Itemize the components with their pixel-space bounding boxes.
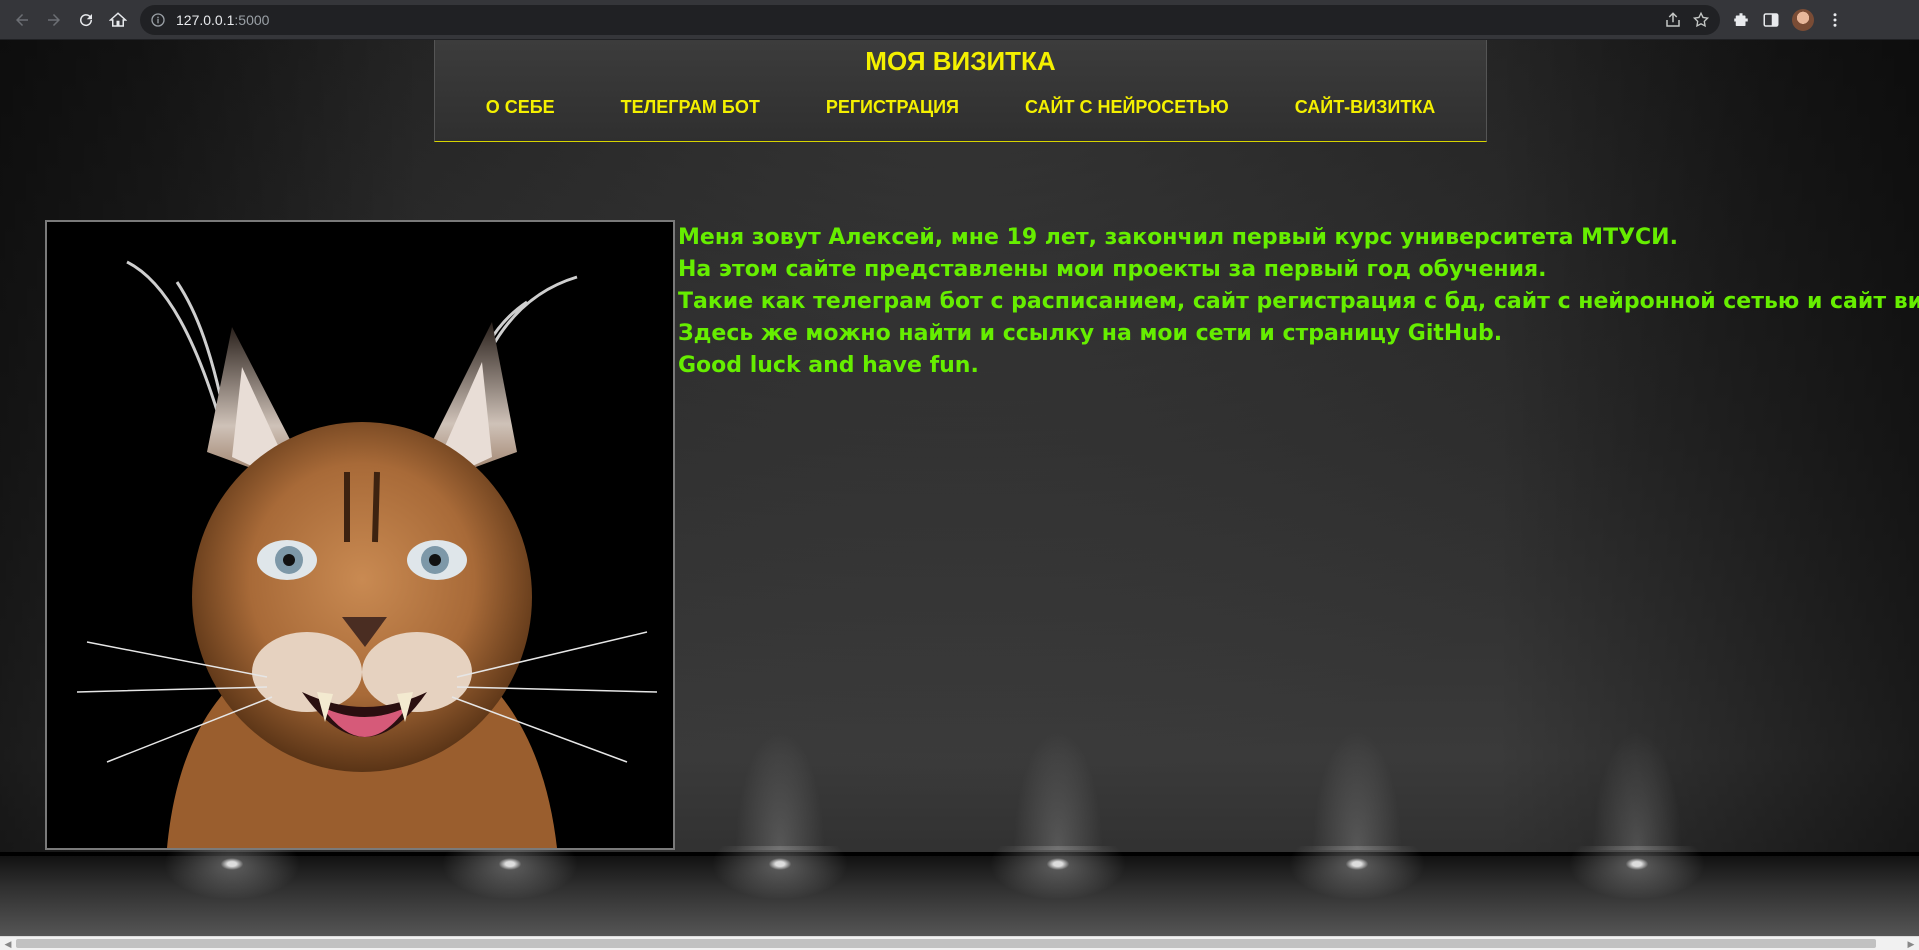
arrow-left-icon xyxy=(16,13,28,26)
address-bar[interactable]: 127.0.0.1:5000 xyxy=(140,4,1720,35)
back-button[interactable] xyxy=(6,4,38,36)
nav-link-telegram-bot[interactable]: ТЕЛЕГРАМ БОТ xyxy=(588,97,793,118)
arrow-right-icon xyxy=(48,13,60,26)
scrollbar-thumb[interactable] xyxy=(16,939,1876,948)
floor-light xyxy=(1312,730,1402,850)
profile-photo xyxy=(45,220,675,850)
about-line: Здесь же можно найти и ссылку на мои сет… xyxy=(678,321,1503,346)
nav-link-about[interactable]: О СЕБЕ xyxy=(453,97,588,118)
scroll-right-icon[interactable]: ▶ xyxy=(1904,938,1918,950)
url-port: :5000 xyxy=(234,11,270,28)
floor-light xyxy=(1013,730,1103,850)
info-icon[interactable] xyxy=(150,12,166,28)
side-panel-icon[interactable] xyxy=(1762,11,1780,29)
home-button[interactable] xyxy=(102,4,134,36)
floor-spotlight xyxy=(700,846,860,906)
about-text: Меня зовут Алексей, мне 19 лет, закончил… xyxy=(678,222,1919,382)
floor-spotlight xyxy=(1557,846,1717,906)
main-nav: О СЕБЕ ТЕЛЕГРАМ БОТ РЕГИСТРАЦИЯ САЙТ С Н… xyxy=(435,97,1486,118)
floor-light xyxy=(1592,730,1682,850)
site-header: МОЯ ВИЗИТКА О СЕБЕ ТЕЛЕГРАМ БОТ РЕГИСТРА… xyxy=(434,40,1487,142)
nav-link-neural-site[interactable]: САЙТ С НЕЙРОСЕТЬЮ xyxy=(992,97,1262,118)
about-line: Good luck and have fun. xyxy=(678,353,979,378)
about-line: Такие как телеграм бот с расписанием, са… xyxy=(678,289,1919,314)
floor-spotlight xyxy=(1277,846,1437,906)
about-line: На этом сайте представлены мои проекты з… xyxy=(678,257,1547,282)
share-icon[interactable] xyxy=(1664,11,1682,29)
nav-link-business-card[interactable]: САЙТ-ВИЗИТКА xyxy=(1262,97,1469,118)
reload-button[interactable] xyxy=(70,4,102,36)
reload-icon xyxy=(80,13,93,26)
floor-spotlight xyxy=(978,846,1138,906)
menu-kebab-icon[interactable] xyxy=(1826,11,1844,29)
floor-spotlight xyxy=(430,846,590,906)
floor-spotlight xyxy=(152,846,312,906)
floor-light xyxy=(735,730,825,850)
forward-button[interactable] xyxy=(38,4,70,36)
profile-avatar[interactable] xyxy=(1792,8,1814,31)
extensions-icon[interactable] xyxy=(1732,11,1750,29)
site-title: МОЯ ВИЗИТКА xyxy=(865,46,1056,76)
caracal-image xyxy=(47,222,673,848)
horizontal-scrollbar[interactable]: ◀ ▶ xyxy=(0,936,1919,950)
url-host: 127.0.0.1 xyxy=(176,11,235,28)
about-line: Меня зовут Алексей, мне 19 лет, закончил… xyxy=(678,225,1678,250)
scroll-left-icon[interactable]: ◀ xyxy=(1,938,15,950)
nav-link-registration[interactable]: РЕГИСТРАЦИЯ xyxy=(793,97,992,118)
browser-toolbar: 127.0.0.1:5000 xyxy=(0,0,1919,40)
home-icon xyxy=(109,11,127,27)
page-viewport: МОЯ ВИЗИТКА О СЕБЕ ТЕЛЕГРАМ БОТ РЕГИСТРА… xyxy=(0,40,1919,936)
bookmark-star-icon[interactable] xyxy=(1692,11,1710,29)
